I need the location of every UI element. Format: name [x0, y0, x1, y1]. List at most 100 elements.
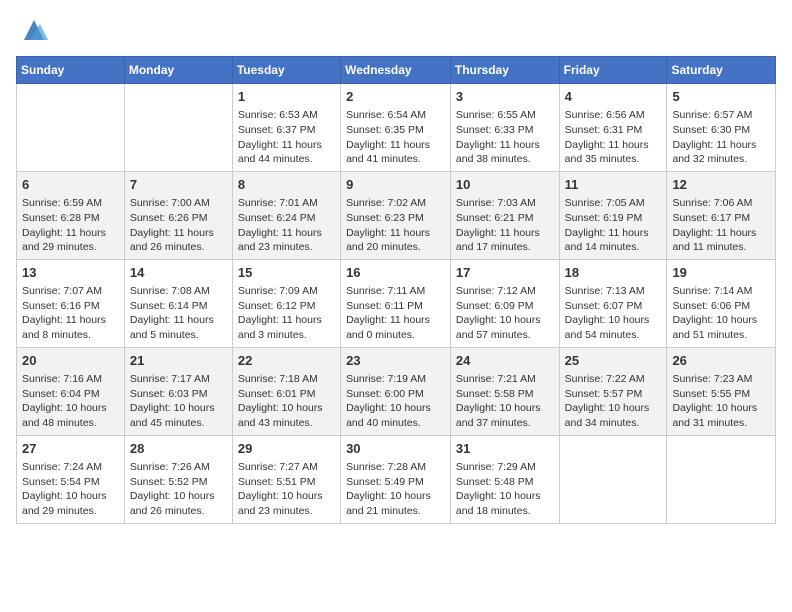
calendar-cell: 18 Sunrise: 7:13 AM Sunset: 6:07 PM Dayli…	[559, 259, 667, 347]
day-info: Sunrise: 7:13 AM Sunset: 6:07 PM Dayligh…	[565, 284, 662, 343]
day-info: Sunrise: 7:21 AM Sunset: 5:58 PM Dayligh…	[456, 372, 554, 431]
day-info: Sunrise: 7:00 AM Sunset: 6:26 PM Dayligh…	[130, 196, 227, 255]
day-number: 6	[22, 176, 119, 194]
day-number: 30	[346, 440, 445, 458]
day-info: Sunrise: 7:14 AM Sunset: 6:06 PM Dayligh…	[672, 284, 770, 343]
day-info: Sunrise: 7:18 AM Sunset: 6:01 PM Dayligh…	[238, 372, 335, 431]
calendar-header-monday: Monday	[124, 57, 232, 84]
calendar-cell: 10 Sunrise: 7:03 AM Sunset: 6:21 PM Dayli…	[450, 171, 559, 259]
day-info: Sunrise: 7:29 AM Sunset: 5:48 PM Dayligh…	[456, 460, 554, 519]
day-info: Sunrise: 7:02 AM Sunset: 6:23 PM Dayligh…	[346, 196, 445, 255]
calendar-header-friday: Friday	[559, 57, 667, 84]
day-info: Sunrise: 7:28 AM Sunset: 5:49 PM Dayligh…	[346, 460, 445, 519]
calendar-cell: 26Sunrise: 7:23 AM Sunset: 5:55 PM Dayli…	[667, 347, 776, 435]
calendar-header-thursday: Thursday	[450, 57, 559, 84]
calendar-cell: 27 Sunrise: 7:24 AM Sunset: 5:54 PM Dayli…	[17, 435, 125, 523]
day-number: 24	[456, 352, 554, 370]
day-info: Sunrise: 7:19 AM Sunset: 6:00 PM Dayligh…	[346, 372, 445, 431]
calendar-cell: 11 Sunrise: 7:05 AM Sunset: 6:19 PM Dayli…	[559, 171, 667, 259]
calendar-cell: 7 Sunrise: 7:00 AM Sunset: 6:26 PM Daylig…	[124, 171, 232, 259]
day-number: 20	[22, 352, 119, 370]
day-number: 27	[22, 440, 119, 458]
day-info: Sunrise: 7:01 AM Sunset: 6:24 PM Dayligh…	[238, 196, 335, 255]
calendar-table: SundayMondayTuesdayWednesdayThursdayFrid…	[16, 56, 776, 524]
calendar-cell: 15Sunrise: 7:09 AM Sunset: 6:12 PM Dayli…	[232, 259, 340, 347]
calendar-header-sunday: Sunday	[17, 57, 125, 84]
calendar-header-tuesday: Tuesday	[232, 57, 340, 84]
day-info: Sunrise: 6:59 AM Sunset: 6:28 PM Dayligh…	[22, 196, 119, 255]
day-number: 12	[672, 176, 770, 194]
day-number: 13	[22, 264, 119, 282]
calendar-cell: 28Sunrise: 7:26 AM Sunset: 5:52 PM Dayli…	[124, 435, 232, 523]
calendar-cell: 20 Sunrise: 7:16 AM Sunset: 6:04 PM Dayli…	[17, 347, 125, 435]
day-number: 18	[565, 264, 662, 282]
day-info: Sunrise: 6:54 AM Sunset: 6:35 PM Dayligh…	[346, 108, 445, 167]
day-info: Sunrise: 7:24 AM Sunset: 5:54 PM Dayligh…	[22, 460, 119, 519]
calendar-cell: 24 Sunrise: 7:21 AM Sunset: 5:58 PM Dayli…	[450, 347, 559, 435]
day-number: 8	[238, 176, 335, 194]
page-header	[16, 16, 776, 44]
calendar-week-row: 1 Sunrise: 6:53 AM Sunset: 6:37 PM Daylig…	[17, 84, 776, 172]
calendar-cell: 12 Sunrise: 7:06 AM Sunset: 6:17 PM Dayli…	[667, 171, 776, 259]
day-number: 17	[456, 264, 554, 282]
calendar-header-wednesday: Wednesday	[341, 57, 451, 84]
calendar-week-row: 20 Sunrise: 7:16 AM Sunset: 6:04 PM Dayli…	[17, 347, 776, 435]
day-number: 11	[565, 176, 662, 194]
day-number: 4	[565, 88, 662, 106]
day-number: 7	[130, 176, 227, 194]
day-number: 3	[456, 88, 554, 106]
calendar-cell: 30 Sunrise: 7:28 AM Sunset: 5:49 PM Dayli…	[341, 435, 451, 523]
day-number: 22	[238, 352, 335, 370]
logo	[16, 16, 48, 44]
calendar-cell: 14 Sunrise: 7:08 AM Sunset: 6:14 PM Dayli…	[124, 259, 232, 347]
calendar-week-row: 13Sunrise: 7:07 AM Sunset: 6:16 PM Dayli…	[17, 259, 776, 347]
logo-icon	[20, 16, 48, 44]
calendar-cell: 8 Sunrise: 7:01 AM Sunset: 6:24 PM Daylig…	[232, 171, 340, 259]
calendar-cell	[17, 84, 125, 172]
day-info: Sunrise: 7:05 AM Sunset: 6:19 PM Dayligh…	[565, 196, 662, 255]
day-number: 10	[456, 176, 554, 194]
calendar-cell: 4 Sunrise: 6:56 AM Sunset: 6:31 PM Daylig…	[559, 84, 667, 172]
day-number: 2	[346, 88, 445, 106]
day-number: 1	[238, 88, 335, 106]
calendar-cell: 13Sunrise: 7:07 AM Sunset: 6:16 PM Dayli…	[17, 259, 125, 347]
calendar-cell: 23 Sunrise: 7:19 AM Sunset: 6:00 PM Dayli…	[341, 347, 451, 435]
calendar-cell: 3Sunrise: 6:55 AM Sunset: 6:33 PM Daylig…	[450, 84, 559, 172]
day-number: 19	[672, 264, 770, 282]
calendar-cell: 9 Sunrise: 7:02 AM Sunset: 6:23 PM Daylig…	[341, 171, 451, 259]
day-number: 31	[456, 440, 554, 458]
day-info: Sunrise: 6:53 AM Sunset: 6:37 PM Dayligh…	[238, 108, 335, 167]
day-info: Sunrise: 7:23 AM Sunset: 5:55 PM Dayligh…	[672, 372, 770, 431]
calendar-week-row: 27 Sunrise: 7:24 AM Sunset: 5:54 PM Dayli…	[17, 435, 776, 523]
calendar-cell: 22 Sunrise: 7:18 AM Sunset: 6:01 PM Dayli…	[232, 347, 340, 435]
calendar-header-saturday: Saturday	[667, 57, 776, 84]
day-info: Sunrise: 7:22 AM Sunset: 5:57 PM Dayligh…	[565, 372, 662, 431]
day-info: Sunrise: 7:26 AM Sunset: 5:52 PM Dayligh…	[130, 460, 227, 519]
day-info: Sunrise: 7:03 AM Sunset: 6:21 PM Dayligh…	[456, 196, 554, 255]
calendar-cell: 1 Sunrise: 6:53 AM Sunset: 6:37 PM Daylig…	[232, 84, 340, 172]
calendar-cell: 6 Sunrise: 6:59 AM Sunset: 6:28 PM Daylig…	[17, 171, 125, 259]
day-number: 23	[346, 352, 445, 370]
calendar-header-row: SundayMondayTuesdayWednesdayThursdayFrid…	[17, 57, 776, 84]
calendar-cell	[124, 84, 232, 172]
day-number: 21	[130, 352, 227, 370]
calendar-cell: 17 Sunrise: 7:12 AM Sunset: 6:09 PM Dayli…	[450, 259, 559, 347]
day-info: Sunrise: 6:57 AM Sunset: 6:30 PM Dayligh…	[672, 108, 770, 167]
day-number: 25	[565, 352, 662, 370]
day-info: Sunrise: 7:17 AM Sunset: 6:03 PM Dayligh…	[130, 372, 227, 431]
calendar-cell: 5Sunrise: 6:57 AM Sunset: 6:30 PM Daylig…	[667, 84, 776, 172]
calendar-week-row: 6 Sunrise: 6:59 AM Sunset: 6:28 PM Daylig…	[17, 171, 776, 259]
day-info: Sunrise: 7:12 AM Sunset: 6:09 PM Dayligh…	[456, 284, 554, 343]
day-info: Sunrise: 6:56 AM Sunset: 6:31 PM Dayligh…	[565, 108, 662, 167]
calendar-cell: 2 Sunrise: 6:54 AM Sunset: 6:35 PM Daylig…	[341, 84, 451, 172]
day-info: Sunrise: 7:06 AM Sunset: 6:17 PM Dayligh…	[672, 196, 770, 255]
day-info: Sunrise: 7:11 AM Sunset: 6:11 PM Dayligh…	[346, 284, 445, 343]
calendar-cell: 25 Sunrise: 7:22 AM Sunset: 5:57 PM Dayli…	[559, 347, 667, 435]
day-info: Sunrise: 7:27 AM Sunset: 5:51 PM Dayligh…	[238, 460, 335, 519]
day-number: 9	[346, 176, 445, 194]
day-info: Sunrise: 7:16 AM Sunset: 6:04 PM Dayligh…	[22, 372, 119, 431]
day-info: Sunrise: 7:08 AM Sunset: 6:14 PM Dayligh…	[130, 284, 227, 343]
day-number: 29	[238, 440, 335, 458]
day-number: 14	[130, 264, 227, 282]
calendar-cell	[667, 435, 776, 523]
